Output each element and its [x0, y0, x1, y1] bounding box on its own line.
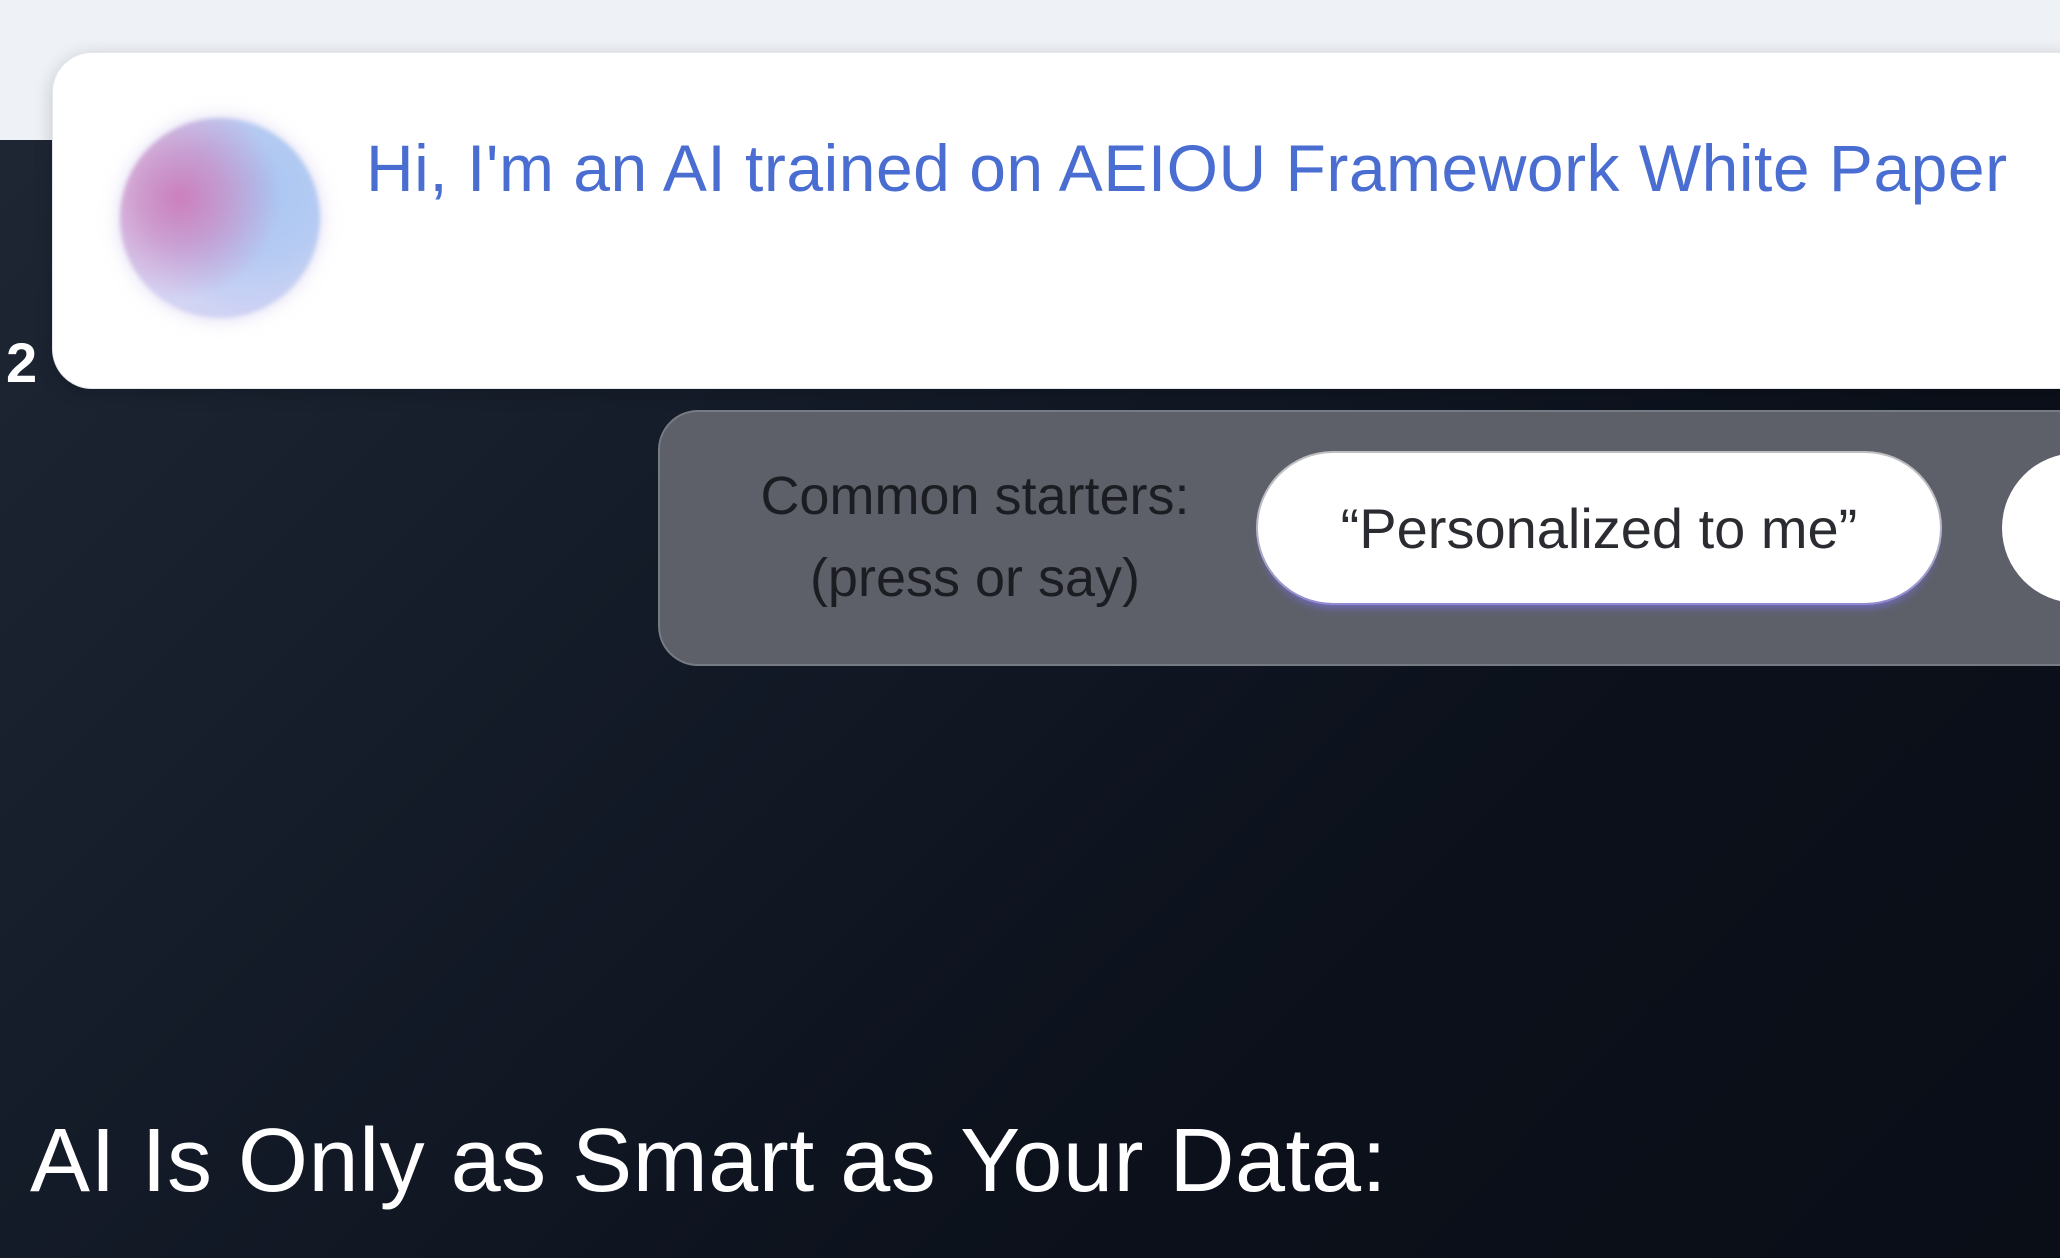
page: 2 Hi, I'm an AI trained on AEIOU Framewo… — [0, 0, 2060, 1258]
page-heading: AI Is Only as Smart as Your Data: — [30, 1111, 1388, 1211]
starters-label-line2: (press or say) — [809, 548, 1141, 608]
ai-orb-avatar-icon[interactable] — [120, 118, 320, 318]
ai-intro-text: Hi, I'm an AI trained on AEIOU Framework… — [366, 131, 2008, 205]
starter-chip-personalized[interactable]: “Personalized to me” — [1258, 453, 1940, 603]
starters-label-line1: Common starters: — [760, 466, 1190, 526]
common-starters-label: Common starters: (press or say) — [700, 455, 1250, 619]
year-text-partial: 2 — [6, 331, 39, 394]
ai-intro-card — [52, 52, 2060, 389]
